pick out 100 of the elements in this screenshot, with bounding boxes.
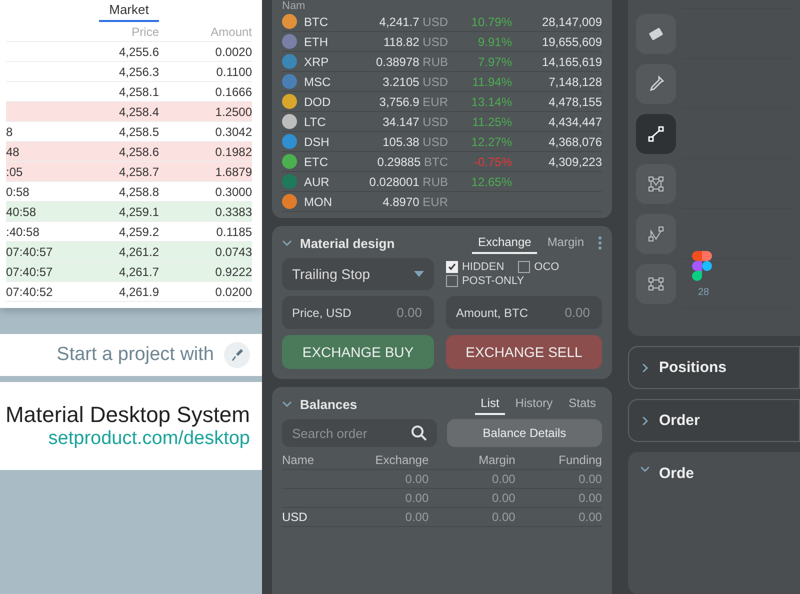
table-cell: 0.00 (428, 489, 516, 508)
volume-cell-text: 4,309,223 (548, 154, 602, 168)
table-cell: 0.00 (515, 489, 602, 508)
price-cell-text: 4,261.9 (118, 284, 159, 298)
price-cell-text: 3,756.9 EUR (378, 94, 448, 108)
amount-cell-text: 1.2500 (214, 104, 252, 118)
table-cell: 0.00 (342, 508, 429, 527)
price-cell-text: 0.028001 RUB (368, 174, 448, 188)
amount-cell-text: 0.3042 (214, 124, 252, 138)
change-cell-text: 10.79% (470, 14, 512, 28)
tool-button[interactable] (636, 14, 676, 54)
tab[interactable]: Margin (541, 232, 590, 254)
time-cell-text: 07:40:57 (6, 244, 54, 258)
chevron-down-icon (282, 240, 292, 246)
change-cell-text: 7.97% (476, 54, 512, 68)
panel-title: Positions (659, 359, 727, 376)
time-cell-text: 07:40:52 (6, 284, 54, 298)
amount-cell-text: 0.0200 (214, 284, 252, 298)
coin-symbol: XRP (304, 54, 330, 68)
amount-cell-text: 0.9222 (214, 264, 252, 278)
price-cell-text: 4,258.6 (118, 144, 159, 158)
price-cell-text: 4,255.6 (118, 44, 159, 58)
volume-cell-text: 28,147,009 (540, 14, 602, 28)
price-cell-text: 4,258.4 (118, 104, 159, 118)
price-cell-text: 4,258.1 (118, 84, 159, 98)
amount-cell-text: 0.0743 (214, 244, 252, 258)
volume-cell-text: 7,148,128 (548, 74, 602, 88)
price-cell-text: 0.29885 BTC (376, 154, 448, 168)
line-tool-icon (646, 124, 666, 144)
card-title: Material design (300, 236, 396, 250)
chevron-right-icon (641, 416, 649, 424)
card-title: Balances (300, 396, 358, 412)
column-header: Price (130, 24, 159, 38)
volume-cell-text: 19,655,609 (540, 34, 602, 48)
chevron-down-icon (641, 465, 649, 473)
price-cell-text: 0.38978 RUB (374, 54, 448, 68)
coin-symbol: MSC (304, 74, 332, 88)
collapsible-panel[interactable]: Orde (628, 452, 800, 594)
volume-cell-text: 4,368,076 (548, 134, 602, 148)
coin-symbol: MON (304, 194, 333, 208)
price-cell-text: 34.147 USD (382, 114, 448, 128)
promo-title: Material Desktop System (5, 402, 250, 428)
column-header: Amount (210, 24, 252, 38)
volume-cell-text: 14,165,619 (540, 54, 602, 68)
search-icon (411, 425, 427, 441)
time-cell-text: 07:40:57 (6, 264, 54, 278)
time-cell-text: 40:58 (6, 204, 38, 218)
tab[interactable]: Stats (562, 393, 602, 415)
table-cell: 0.00 (515, 508, 602, 527)
change-cell-text: -0.75% (472, 154, 512, 168)
price-cell-text: 3.2105 USD (382, 74, 448, 88)
column-header: Margin (428, 451, 516, 470)
tab[interactable]: List (474, 393, 506, 415)
amount-cell-text: 0.3383 (214, 204, 252, 218)
table-cell: 0.00 (428, 508, 516, 527)
change-cell-text: 11.25% (471, 114, 512, 128)
panel-title: Orde (659, 465, 694, 482)
time-cell-text: 48 (6, 144, 20, 158)
collapsible-panel[interactable]: Order (628, 399, 800, 442)
sell-button[interactable]: EXCHANGE SELL (446, 335, 602, 369)
field-label: Amount, BTC (456, 306, 528, 320)
price-cell-text: 118.82 USD (382, 34, 448, 48)
change-cell-text: 12.27% (470, 134, 512, 148)
column-header: Funding (515, 451, 602, 470)
input-field[interactable]: 0.00 (360, 304, 424, 321)
tool-button[interactable] (636, 114, 676, 154)
buy-button[interactable]: EXCHANGE BUY (282, 335, 434, 369)
search-field[interactable]: Search order (282, 419, 437, 447)
brush-icon (224, 342, 250, 368)
checkbox[interactable]: HIDDEN (446, 261, 504, 273)
tagline: Start a project with (56, 344, 214, 366)
collapsible-panel[interactable]: Positions (628, 346, 800, 389)
figma-logo-icon (692, 251, 712, 281)
column-header: Name (282, 451, 342, 470)
price-cell-text: 4,258.7 (118, 164, 159, 178)
amount-cell-text: 1.6879 (214, 164, 252, 178)
table-cell: 0.00 (342, 489, 429, 508)
checkbox[interactable]: OCO (518, 261, 560, 273)
price-cell-text: 4,261.2 (118, 244, 159, 258)
price-cell-text: 4.8970 EUR (382, 194, 448, 208)
tab[interactable]: Exchange (472, 232, 538, 254)
dropdown-arrow-icon (414, 271, 424, 277)
tool-button[interactable] (636, 64, 676, 104)
tab[interactable]: History (509, 393, 559, 415)
coin-symbol: ETH (304, 34, 329, 48)
market-tab[interactable]: Market (99, 0, 159, 22)
chevron-down-icon (282, 401, 292, 407)
website-link[interactable]: setproduct.com/desktop (48, 428, 250, 450)
table-cell: 0.00 (428, 470, 516, 489)
path-tool-icon (646, 224, 666, 244)
change-cell-text: 9.91% (476, 34, 512, 48)
price-cell-text: 4,261.7 (118, 264, 159, 278)
checkbox[interactable]: POST-ONLY (446, 275, 524, 287)
input-field[interactable]: 0.00 (528, 304, 592, 321)
search-input[interactable]: Search order (292, 426, 402, 440)
axis-label: 28 (698, 287, 710, 298)
coin-symbol: LTC (304, 114, 327, 128)
time-cell-text: 0:58 (6, 184, 30, 198)
order-type-dropdown[interactable]: Trailing Stop (282, 258, 434, 290)
balance-details-button[interactable]: Balance Details (447, 419, 602, 447)
